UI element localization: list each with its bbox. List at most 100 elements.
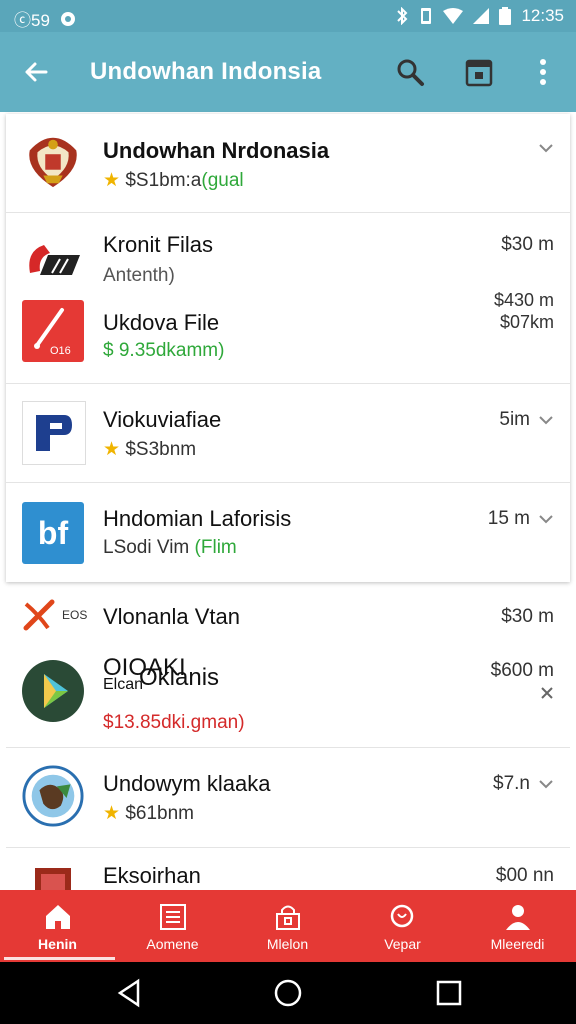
back-triangle-icon[interactable] bbox=[112, 976, 146, 1010]
nav-profile-label: Mleeredi bbox=[490, 936, 545, 952]
expand-toggle[interactable] bbox=[538, 140, 554, 156]
list-item[interactable]: Undowhan Nrdonasia ★ $S1bm:a(gual bbox=[6, 114, 570, 213]
globe-seal-icon bbox=[22, 765, 84, 827]
status-bar: ⓒ59 12:35 bbox=[0, 0, 576, 32]
list-item[interactable]: bf Hndomian Laforisis LSodi Vim (Flim 15… bbox=[6, 482, 570, 582]
app-bar: Undowhan Indonsia bbox=[0, 32, 576, 112]
close-icon[interactable] bbox=[540, 686, 554, 700]
play-app-icon bbox=[22, 660, 84, 722]
item-title: Ukdova File bbox=[103, 310, 220, 335]
chevron-down-icon bbox=[538, 140, 554, 156]
search-icon bbox=[388, 902, 418, 932]
eos-logo-label: EOS bbox=[62, 608, 88, 622]
list-item[interactable]: Viokuviafiae ★ $S3bnm 5im bbox=[6, 383, 570, 483]
item-subtitle: LSodi Vim (Flim bbox=[103, 537, 237, 559]
item-rating-text: $S1bm:a bbox=[125, 170, 202, 191]
nav-list[interactable]: Aomene bbox=[115, 890, 230, 962]
item-meta: $30 m bbox=[501, 606, 554, 627]
item-subtitle-a: LSodi Vim bbox=[103, 537, 190, 558]
status-time-left: ⓒ59 bbox=[14, 11, 50, 30]
nav-profile[interactable]: Mleeredi bbox=[460, 890, 575, 962]
parking-icon bbox=[22, 401, 86, 465]
bag-icon bbox=[273, 902, 303, 932]
notification-icon bbox=[60, 11, 76, 27]
item-subtitle: Antenth) bbox=[103, 265, 175, 286]
list-item-group: Kronit Filas Antenth) $30 m O16 Ukdova F… bbox=[6, 212, 570, 384]
nav-home[interactable]: Henin bbox=[0, 890, 115, 962]
nav-home-label: Henin bbox=[38, 936, 77, 952]
chevron-down-icon bbox=[538, 511, 554, 527]
item-meta: $00 nn bbox=[495, 865, 554, 886]
item-title-overlap: Elcan bbox=[103, 676, 144, 693]
item-title: Undowym klaaka bbox=[103, 771, 271, 796]
nav-list-label: Aomene bbox=[146, 936, 199, 952]
person-icon bbox=[503, 902, 533, 932]
list-icon bbox=[158, 902, 188, 932]
list-card-top: Undowhan Nrdonasia ★ $S1bm:a(gual Kronit… bbox=[6, 114, 570, 582]
item-meta[interactable]: 5im bbox=[499, 409, 554, 431]
item-meta-text: 15 m bbox=[487, 508, 530, 529]
item-meta-text: 5im bbox=[499, 409, 530, 430]
app-icon-red: O16 bbox=[22, 300, 84, 362]
item-meta: $30 m bbox=[501, 234, 554, 255]
home-circle-icon[interactable] bbox=[271, 976, 305, 1010]
list-item[interactable]: Undowym klaaka ★ $61bnm $7.n bbox=[6, 747, 570, 848]
item-subtitle: $ 9.35dkamm) bbox=[103, 340, 225, 361]
chevron-down-icon bbox=[538, 412, 554, 428]
item-title: Kronit Filas bbox=[103, 232, 214, 257]
item-meta: $600 m bbox=[490, 660, 554, 681]
list-item[interactable]: EOS Vlonanla Vtan $30 m bbox=[6, 590, 570, 642]
item-meta[interactable]: 15 m bbox=[488, 508, 554, 530]
wifi-icon bbox=[443, 8, 464, 24]
item-rating-text: $61bnm bbox=[125, 803, 194, 824]
bf-app-icon-label: bf bbox=[37, 514, 69, 551]
item-rating-tail: (gual bbox=[201, 170, 244, 191]
star-icon: ★ bbox=[103, 803, 121, 824]
nav-bag[interactable]: Mlelon bbox=[230, 890, 345, 962]
item-title: Viokuviafiae bbox=[103, 407, 222, 432]
item-title: Vlonanla Vtan bbox=[103, 604, 240, 629]
search-icon[interactable] bbox=[392, 54, 428, 90]
list-item[interactable]: OIOAKI Oklanis Elcan $13.85dki.gman) $60… bbox=[6, 642, 570, 748]
vibrate-icon bbox=[419, 7, 433, 25]
star-icon: ★ bbox=[103, 439, 121, 460]
system-navigation-bar bbox=[0, 962, 576, 1024]
status-time-right: 12:35 bbox=[521, 6, 564, 25]
eos-logo-icon: EOS bbox=[22, 590, 102, 640]
recents-square-icon[interactable] bbox=[432, 976, 466, 1010]
nav-search-label: Vepar bbox=[384, 936, 421, 952]
item-title: Undowhan Nrdonasia bbox=[103, 138, 330, 163]
chevron-down-icon bbox=[538, 776, 554, 792]
item-title: Hndomian Laforisis bbox=[103, 506, 292, 531]
item-title: Eksoirhan bbox=[103, 863, 201, 888]
item-rating: ★ $S1bm:a(gual bbox=[103, 169, 244, 192]
item-meta-top: $430 m bbox=[493, 290, 554, 310]
item-rating: ★ $S3bnm bbox=[103, 438, 196, 461]
phone-icon bbox=[22, 230, 84, 292]
back-arrow-icon[interactable] bbox=[20, 56, 52, 88]
nav-search[interactable]: Vepar bbox=[345, 890, 460, 962]
star-icon: ★ bbox=[103, 170, 121, 191]
coat-of-arms-icon bbox=[22, 130, 84, 192]
calendar-icon[interactable] bbox=[461, 54, 497, 90]
app-icon-red-label: O16 bbox=[50, 345, 71, 357]
nav-active-indicator bbox=[4, 957, 115, 960]
item-meta[interactable]: $7.n bbox=[493, 773, 554, 795]
page-title: Undowhan Indonsia bbox=[90, 58, 322, 85]
bluetooth-icon bbox=[395, 7, 409, 25]
item-meta-text: $7.n bbox=[493, 773, 530, 794]
signal-icon bbox=[473, 8, 490, 24]
battery-icon bbox=[499, 7, 512, 25]
book-icon bbox=[22, 859, 84, 890]
item-subtitle-b: (Flim bbox=[194, 537, 237, 558]
nav-bag-label: Mlelon bbox=[266, 936, 309, 952]
bottom-navigation: Henin Aomene Mlelon Vepar Mleeredi bbox=[0, 890, 576, 962]
item-rating-text: $S3bnm bbox=[125, 439, 197, 460]
list-item[interactable]: Eksoirhan $00 nn bbox=[6, 847, 570, 890]
home-icon bbox=[43, 902, 73, 932]
more-options-icon[interactable] bbox=[525, 54, 561, 90]
item-title-b: Oklanis bbox=[139, 664, 220, 691]
item-title: OIOAKI Oklanis Elcan bbox=[103, 654, 219, 693]
list-card-bottom: EOS Vlonanla Vtan $30 m OIOAKI Oklanis E… bbox=[6, 590, 570, 890]
item-subtitle: $13.85dki.gman) bbox=[103, 712, 245, 733]
